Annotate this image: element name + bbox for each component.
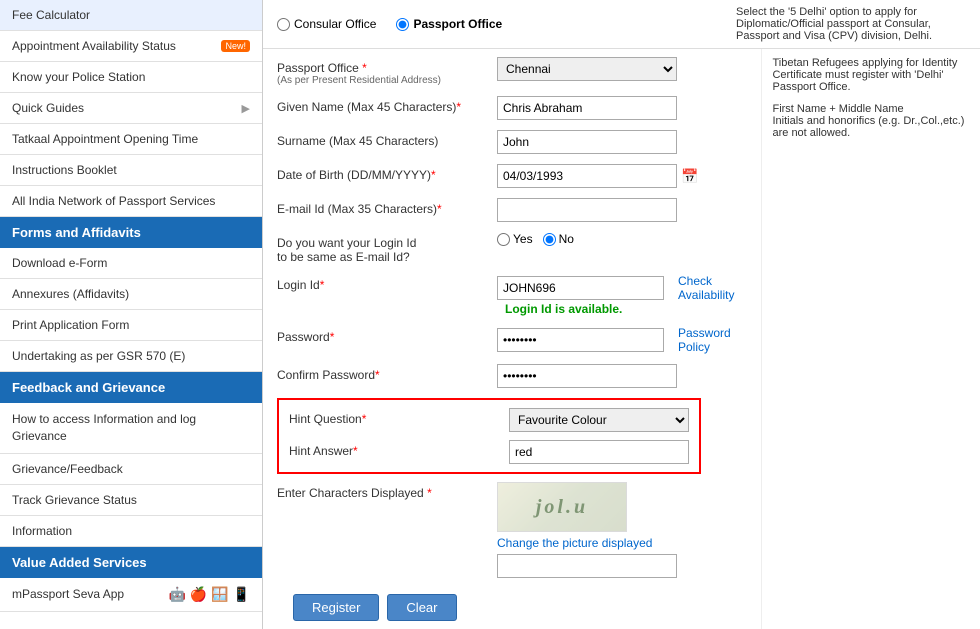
password-policy-link[interactable]: Password Policy	[678, 326, 747, 354]
passport-office-field: Chennai	[497, 57, 677, 81]
clear-button[interactable]: Clear	[387, 594, 456, 621]
sidebar-item-all-india[interactable]: All India Network of Passport Services	[0, 186, 262, 217]
sidebar-item-undertaking[interactable]: Undertaking as per GSR 570 (E)	[0, 341, 262, 372]
login-id-input[interactable]	[497, 276, 664, 300]
passport-office-row: Passport Office * (As per Present Reside…	[277, 57, 747, 86]
sidebar-item-tatkaal[interactable]: Tatkaal Appointment Opening Time	[0, 124, 262, 155]
office-type-section: Consular Office Passport Office Select t…	[263, 0, 980, 49]
dob-row: Date of Birth (DD/MM/YYYY)* 📅	[277, 164, 747, 188]
hint-highlight-box: Hint Question* Favourite Colour Mother's…	[277, 398, 701, 474]
login-id-field: Check Availability Login Id is available…	[497, 274, 747, 316]
name-info: First Name + Middle Name Initials and ho…	[772, 103, 970, 139]
confirm-password-row: Confirm Password*	[277, 364, 747, 388]
hint-question-row: Hint Question* Favourite Colour Mother's…	[289, 408, 689, 432]
captcha-image: jol.u	[497, 482, 627, 532]
sidebar-item-grievance-feedback[interactable]: Grievance/Feedback	[0, 454, 262, 485]
surname-row: Surname (Max 45 Characters)	[277, 130, 747, 154]
calendar-icon[interactable]: 📅	[681, 168, 698, 185]
sidebar-item-instructions[interactable]: Instructions Booklet	[0, 155, 262, 186]
passport-office-select[interactable]: Chennai	[497, 57, 677, 81]
login-id-row: Login Id* Check Availability Login Id is…	[277, 274, 747, 316]
consular-office-option[interactable]: Consular Office	[277, 17, 376, 31]
dob-field: 📅	[497, 164, 698, 188]
hint-question-select[interactable]: Favourite Colour Mother's Maiden Name Pe…	[509, 408, 689, 432]
login-same-yes-label[interactable]: Yes	[497, 232, 533, 246]
change-picture-link[interactable]: Change the picture displayed	[497, 536, 677, 550]
given-name-row: Given Name (Max 45 Characters)*	[277, 96, 747, 120]
content-area: Passport Office * (As per Present Reside…	[263, 49, 980, 629]
sidebar-item-police-station[interactable]: Know your Police Station	[0, 62, 262, 93]
new-badge: New!	[221, 40, 250, 52]
login-same-no-radio[interactable]	[543, 233, 556, 246]
main-content: Consular Office Passport Office Select t…	[263, 0, 980, 629]
hint-answer-input[interactable]	[509, 440, 689, 464]
form-column: Passport Office * (As per Present Reside…	[263, 49, 761, 629]
tibetan-info: Tibetan Refugees applying for Identity C…	[772, 57, 970, 93]
sidebar-item-appointment-status[interactable]: Appointment Availability Status New!	[0, 31, 262, 62]
sidebar-item-quick-guides[interactable]: Quick Guides ▶	[0, 93, 262, 124]
app-store-icons: 🤖 🍎 🪟 📱	[169, 586, 250, 603]
login-same-yes-radio[interactable]	[497, 233, 510, 246]
password-input[interactable]	[497, 328, 664, 352]
forms-affidavits-header: Forms and Affidavits	[0, 217, 262, 248]
password-field: Password Policy	[497, 326, 747, 354]
login-id-status: Login Id is available.	[505, 302, 747, 316]
sidebar-item-information[interactable]: Information	[0, 516, 262, 547]
feedback-grievance-header: Feedback and Grievance	[0, 372, 262, 403]
value-added-services-header: Value Added Services	[0, 547, 262, 578]
dob-input[interactable]	[497, 164, 677, 188]
passport-office-radio[interactable]	[396, 18, 409, 31]
consular-office-radio[interactable]	[277, 18, 290, 31]
login-same-row: Do you want your Login Id to be same as …	[277, 232, 747, 264]
sidebar-item-fee-calculator[interactable]: Fee Calculator	[0, 0, 262, 31]
captcha-row: Enter Characters Displayed * jol.u Chang…	[277, 482, 747, 578]
chevron-right-icon: ▶	[242, 102, 250, 115]
right-info-column: Tibetan Refugees applying for Identity C…	[761, 49, 980, 629]
sidebar-item-annexures[interactable]: Annexures (Affidavits)	[0, 279, 262, 310]
password-row: Password* Password Policy	[277, 326, 747, 354]
sidebar-item-download-eform[interactable]: Download e-Form	[0, 248, 262, 279]
login-same-no-label[interactable]: No	[543, 232, 574, 246]
check-availability-link[interactable]: Check Availability	[678, 274, 747, 302]
top-right-info: Select the '5 Delhi' option to apply for…	[736, 6, 966, 42]
passport-office-option[interactable]: Passport Office	[396, 17, 502, 31]
hint-answer-row: Hint Answer*	[289, 440, 689, 464]
captcha-input[interactable]	[497, 554, 677, 578]
register-button[interactable]: Register	[293, 594, 379, 621]
surname-input[interactable]	[497, 130, 677, 154]
sidebar-item-print-form[interactable]: Print Application Form	[0, 310, 262, 341]
email-row: E-mail Id (Max 35 Characters)*	[277, 198, 747, 222]
sidebar-item-mpassport[interactable]: mPassport Seva App 🤖 🍎 🪟 📱	[0, 578, 262, 612]
given-name-input[interactable]	[497, 96, 677, 120]
confirm-password-input[interactable]	[497, 364, 677, 388]
sidebar: Fee Calculator Appointment Availability …	[0, 0, 263, 629]
login-same-radio-group: Yes No	[497, 232, 574, 246]
email-input[interactable]	[497, 198, 677, 222]
sidebar-item-how-to-access[interactable]: How to access Information and log Grieva…	[0, 403, 262, 454]
form-buttons: Register Clear	[293, 594, 747, 621]
captcha-section: jol.u Change the picture displayed	[497, 482, 677, 578]
sidebar-item-track-grievance[interactable]: Track Grievance Status	[0, 485, 262, 516]
